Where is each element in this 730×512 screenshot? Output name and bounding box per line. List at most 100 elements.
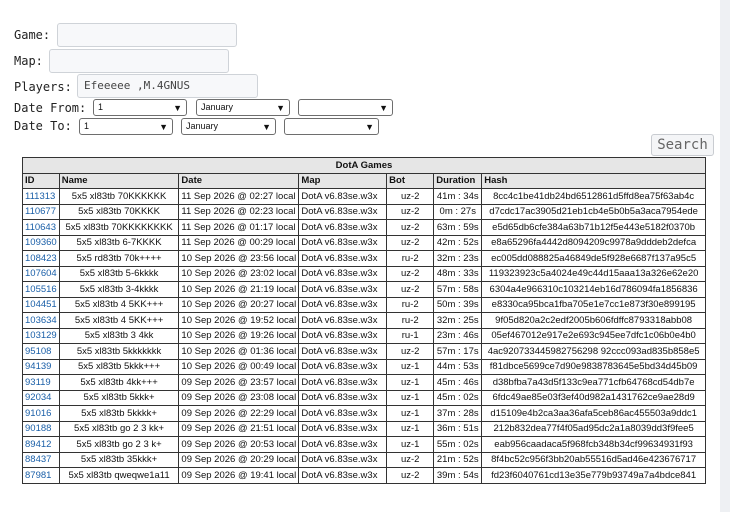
table-row: 103634 5x5 xl83tb 4 5KK+++ 10 Sep 2026 @ 1… <box>22 312 706 329</box>
table-row: 91016 5x5 xl83tb 5kkkk+ 09 Sep 2026 @ 22:2… <box>22 405 706 422</box>
chevron-down-icon: ▼ <box>276 103 285 113</box>
cell-map: DotA v6.83se.w3x <box>298 312 388 329</box>
game-id-link[interactable]: 103634 <box>22 312 60 329</box>
table-row: 87981 5x5 xl83tb qweqwe1a11 09 Sep 2026 @ … <box>22 467 706 484</box>
cell-hash: 6fdc49ae85e03f3ef40d982a1431762ce9ae28d9 <box>481 389 706 406</box>
cell-name: 5x5 xl83tb 70KKKKKK <box>58 188 180 205</box>
game-id-link[interactable]: 94139 <box>22 358 60 375</box>
cell-map: DotA v6.83se.w3x <box>298 467 388 484</box>
game-id-link[interactable]: 111313 <box>22 188 60 205</box>
cell-name: 5x5 xl83tb 5kkkkkkk <box>58 343 180 360</box>
cell-name: 5x5 xl83tb 70KKKKKKKK <box>58 219 180 236</box>
cell-duration: 21m : 52s <box>433 451 483 468</box>
cell-duration: 57m : 17s <box>433 343 483 360</box>
date-to-label: Date To: <box>14 119 72 133</box>
column-header-date: Date <box>178 172 300 189</box>
cell-date: 10 Sep 2026 @ 23:56 local <box>178 250 300 267</box>
cell-date: 10 Sep 2026 @ 19:26 local <box>178 327 300 344</box>
cell-duration: 32m : 23s <box>433 250 483 267</box>
date-from-month-select[interactable]: January ▼ <box>196 99 290 116</box>
cell-name: 5x5 xl83tb 3-4kkkk <box>58 281 180 298</box>
date-from-day-select[interactable]: 1 ▼ <box>93 99 187 116</box>
cell-hash: fd23f6040761cd13e35e779b93749a7a4bdce841 <box>481 467 706 484</box>
game-id-link[interactable]: 109360 <box>22 234 60 251</box>
game-id-link[interactable]: 91016 <box>22 405 60 422</box>
map-input[interactable] <box>49 49 229 73</box>
cell-name: 5x5 xl83tb 4 5KK+++ <box>58 296 180 313</box>
cell-map: DotA v6.83se.w3x <box>298 451 388 468</box>
cell-name: 5x5 xl83tb go 2 3 kk+ <box>58 420 180 437</box>
cell-duration: 55m : 02s <box>433 436 483 453</box>
cell-bot: ru-2 <box>386 312 435 329</box>
cell-date: 09 Sep 2026 @ 21:51 local <box>178 420 300 437</box>
cell-map: DotA v6.83se.w3x <box>298 250 388 267</box>
cell-bot: uz-2 <box>386 451 435 468</box>
game-id-link[interactable]: 92034 <box>22 389 60 406</box>
cell-map: DotA v6.83se.w3x <box>298 343 388 360</box>
cell-duration: 50m : 39s <box>433 296 483 313</box>
cell-map: DotA v6.83se.w3x <box>298 203 388 220</box>
table-row: 95108 5x5 xl83tb 5kkkkkkk 10 Sep 2026 @ 01… <box>22 343 706 360</box>
cell-duration: 23m : 46s <box>433 327 483 344</box>
players-input[interactable]: Efeeeee ,M.4GNUS <box>77 74 258 98</box>
cell-bot: uz-1 <box>386 405 435 422</box>
cell-date: 10 Sep 2026 @ 20:27 local <box>178 296 300 313</box>
cell-map: DotA v6.83se.w3x <box>298 389 388 406</box>
cell-name: 5x5 xl83tb go 2 3 k+ <box>58 436 180 453</box>
game-id-link[interactable]: 103129 <box>22 327 60 344</box>
game-id-link[interactable]: 88437 <box>22 451 60 468</box>
game-id-link[interactable]: 105516 <box>22 281 60 298</box>
cell-map: DotA v6.83se.w3x <box>298 420 388 437</box>
date-to-day-select[interactable]: 1 ▼ <box>79 118 173 135</box>
table-row: 104451 5x5 xl83tb 4 5KK+++ 10 Sep 2026 @ 2… <box>22 296 706 313</box>
date-to-month-select[interactable]: January ▼ <box>181 118 276 135</box>
cell-hash: ec005dd088825a46849de5f928e6687f137a95c5 <box>481 250 706 267</box>
game-id-link[interactable]: 90188 <box>22 420 60 437</box>
cell-bot: uz-2 <box>386 188 435 205</box>
cell-date: 10 Sep 2026 @ 19:52 local <box>178 312 300 329</box>
cell-hash: e5d65db6cfe384a63b71b12f5e443e5182f0370b <box>481 219 706 236</box>
game-id-link[interactable]: 107604 <box>22 265 60 282</box>
cell-duration: 44m : 53s <box>433 358 483 375</box>
game-id-link[interactable]: 87981 <box>22 467 60 484</box>
table-row: 89412 5x5 xl83tb go 2 3 k+ 09 Sep 2026 @ 2… <box>22 436 706 453</box>
game-id-link[interactable]: 110643 <box>22 219 60 236</box>
column-header-name: Name <box>58 172 180 189</box>
game-id-link[interactable]: 104451 <box>22 296 60 313</box>
scrollbar-track[interactable] <box>720 0 730 512</box>
cell-date: 09 Sep 2026 @ 19:41 local <box>178 467 300 484</box>
table-row: 93119 5x5 xl83tb 4kk+++ 09 Sep 2026 @ 23:5… <box>22 374 706 391</box>
search-button[interactable]: Search <box>651 134 714 156</box>
cell-bot: uz-2 <box>386 234 435 251</box>
cell-bot: uz-2 <box>386 265 435 282</box>
cell-duration: 42m : 52s <box>433 234 483 251</box>
cell-bot: uz-2 <box>386 467 435 484</box>
column-header-map: Map <box>298 172 388 189</box>
game-id-link[interactable]: 95108 <box>22 343 60 360</box>
cell-map: DotA v6.83se.w3x <box>298 281 388 298</box>
cell-hash: eab956caadaca5f968fcb348b34cf99634931f93 <box>481 436 706 453</box>
date-to-year-select[interactable]: ▼ <box>284 118 379 135</box>
cell-name: 5x5 xl83tb 5kkk+ <box>58 389 180 406</box>
cell-name: 5x5 rd83tb 70k++++ <box>58 250 180 267</box>
column-header-duration: Duration <box>433 172 483 189</box>
game-id-link[interactable]: 108423 <box>22 250 60 267</box>
table-row: 90188 5x5 xl83tb go 2 3 kk+ 09 Sep 2026 @ … <box>22 420 706 437</box>
chevron-down-icon: ▼ <box>159 122 168 132</box>
table-body: 111313 5x5 xl83tb 70KKKKKK 11 Sep 2026 @ 0… <box>22 188 706 484</box>
date-from-year-select[interactable]: ▼ <box>298 99 393 116</box>
cell-duration: 63m : 59s <box>433 219 483 236</box>
game-input[interactable] <box>57 23 237 47</box>
cell-date: 10 Sep 2026 @ 01:36 local <box>178 343 300 360</box>
cell-date: 09 Sep 2026 @ 23:08 local <box>178 389 300 406</box>
game-id-link[interactable]: 89412 <box>22 436 60 453</box>
cell-duration: 32m : 25s <box>433 312 483 329</box>
cell-map: DotA v6.83se.w3x <box>298 219 388 236</box>
cell-date: 10 Sep 2026 @ 00:49 local <box>178 358 300 375</box>
cell-map: DotA v6.83se.w3x <box>298 358 388 375</box>
table-row: 109360 5x5 xl83tb 6-7KKKK 11 Sep 2026 @ 00… <box>22 234 706 251</box>
game-id-link[interactable]: 93119 <box>22 374 60 391</box>
game-id-link[interactable]: 110677 <box>22 203 60 220</box>
cell-bot: ru-2 <box>386 250 435 267</box>
cell-hash: 8f4bc52c956f3bb20ab55516d5ad46e423676717 <box>481 451 706 468</box>
